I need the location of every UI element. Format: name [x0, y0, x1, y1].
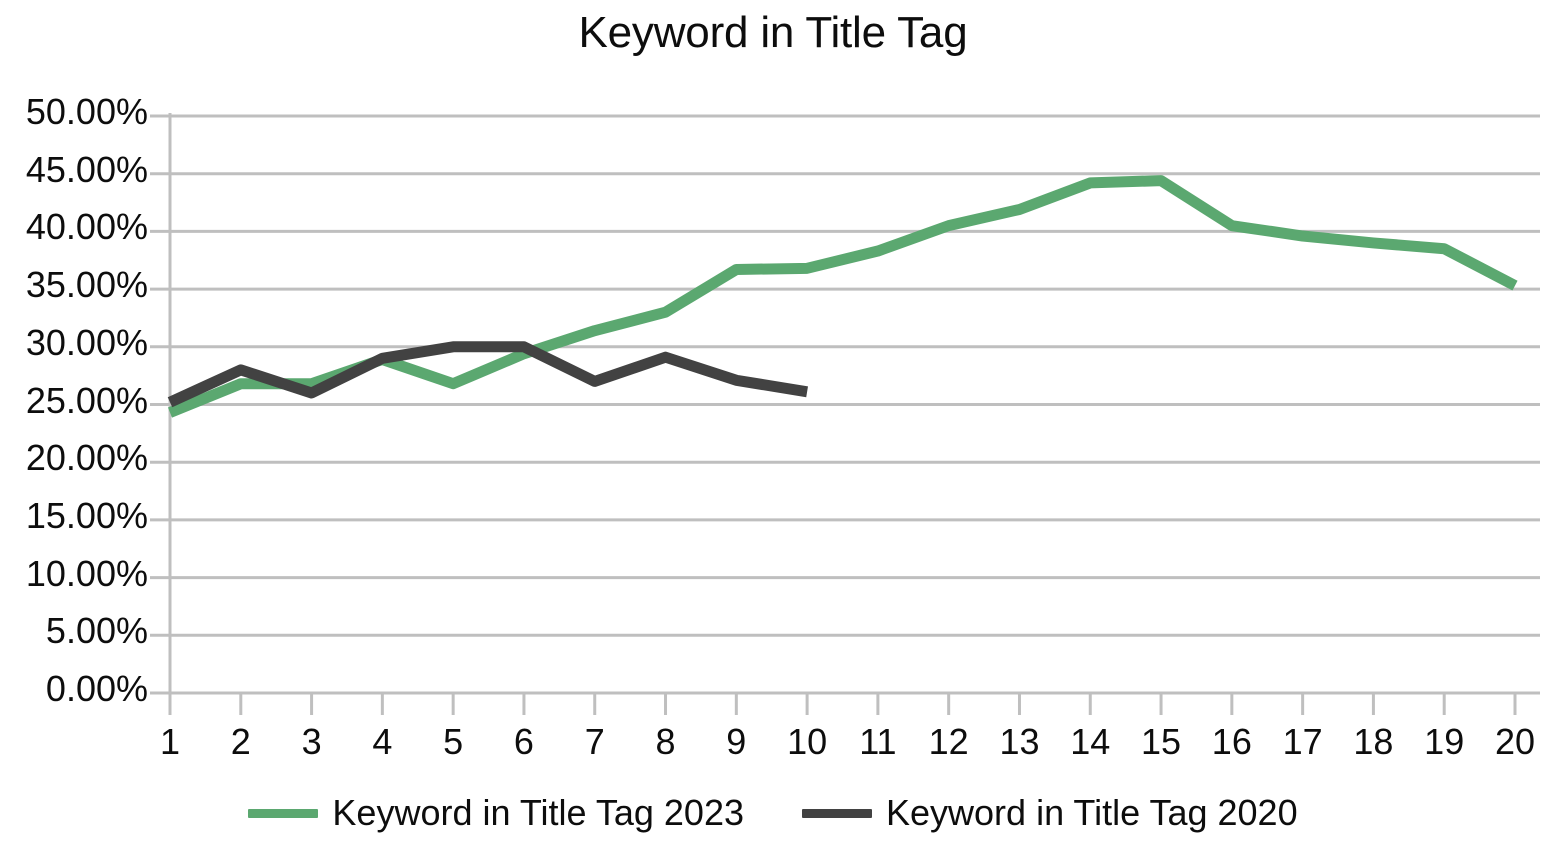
x-axis-tick-label: 11	[859, 721, 897, 762]
x-axis-tick-label: 19	[1424, 721, 1465, 762]
x-axis-tick-label: 10	[787, 721, 828, 762]
y-axis-tick-label: 25.00%	[25, 379, 148, 421]
legend-color-swatch	[802, 808, 872, 818]
x-axis-tick-label: 20	[1494, 721, 1536, 762]
legend-label: Keyword in Title Tag 2023	[332, 792, 744, 833]
y-axis-tick-label: 20.00%	[25, 437, 148, 479]
x-axis-tick-label: 15	[1141, 721, 1182, 762]
x-axis-tick-label: 12	[928, 721, 969, 762]
legend-color-swatch	[248, 808, 319, 818]
x-axis-tick-label: 17	[1282, 721, 1323, 762]
legend-item-2[interactable]: Keyword in Title Tag 2020	[802, 792, 1298, 834]
y-axis-tick-label: 0.00%	[45, 668, 148, 709]
x-axis-tick-label: 7	[584, 721, 605, 762]
y-axis-tick-label: 40.00%	[25, 206, 148, 248]
gridlines-group	[150, 114, 1540, 695]
y-axis-tick-label: 15.00%	[25, 494, 148, 536]
x-axis-tick-label: 8	[655, 721, 676, 762]
y-axis-tick-label: 50.00%	[25, 91, 148, 132]
tick-marks-group	[168, 693, 1517, 715]
x-axis-tick-label: 18	[1353, 721, 1394, 762]
series-line-1	[167, 175, 1518, 418]
y-axis-tick-label: 30.00%	[25, 321, 148, 363]
y-axis-tick-label: 10.00%	[25, 552, 148, 594]
x-axis-tick-label: 3	[301, 721, 322, 762]
x-axis-tick-label: 1	[159, 721, 181, 762]
plot-area: 0.00% 5.00% 10.00% 15.00% 20.00% 25.00% 30.00%…	[0, 0, 1546, 790]
legend-label: Keyword in Title Tag 2020	[886, 792, 1298, 833]
x-axis-tick-label: 16	[1211, 721, 1252, 762]
y-axis-tick-label: 5.00%	[45, 610, 148, 652]
x-axis-tick-label: 4	[372, 721, 393, 762]
x-axis-tick-label: 5	[443, 721, 464, 762]
chart-legend: Keyword in Title Tag 2023 Keyword in Titl…	[0, 792, 1546, 834]
chart-plot-svg	[150, 113, 1540, 715]
y-axis-tick-label: 45.00%	[25, 148, 148, 190]
x-axis-tick-label: 6	[513, 721, 534, 762]
chart-container: Keyword in Title Tag 0.00% 5.00% 10.00% 15.…	[0, 0, 1546, 860]
series-lines-group	[167, 175, 1518, 418]
legend-item-1[interactable]: Keyword in Title Tag 2023	[248, 792, 744, 834]
y-axis-tick-label: 35.00%	[25, 264, 148, 306]
x-axis-tick-label: 9	[726, 721, 747, 762]
x-axis-tick-label: 13	[999, 721, 1040, 762]
x-axis-tick-label: 14	[1070, 721, 1111, 762]
x-axis-tick-label: 2	[230, 721, 251, 762]
